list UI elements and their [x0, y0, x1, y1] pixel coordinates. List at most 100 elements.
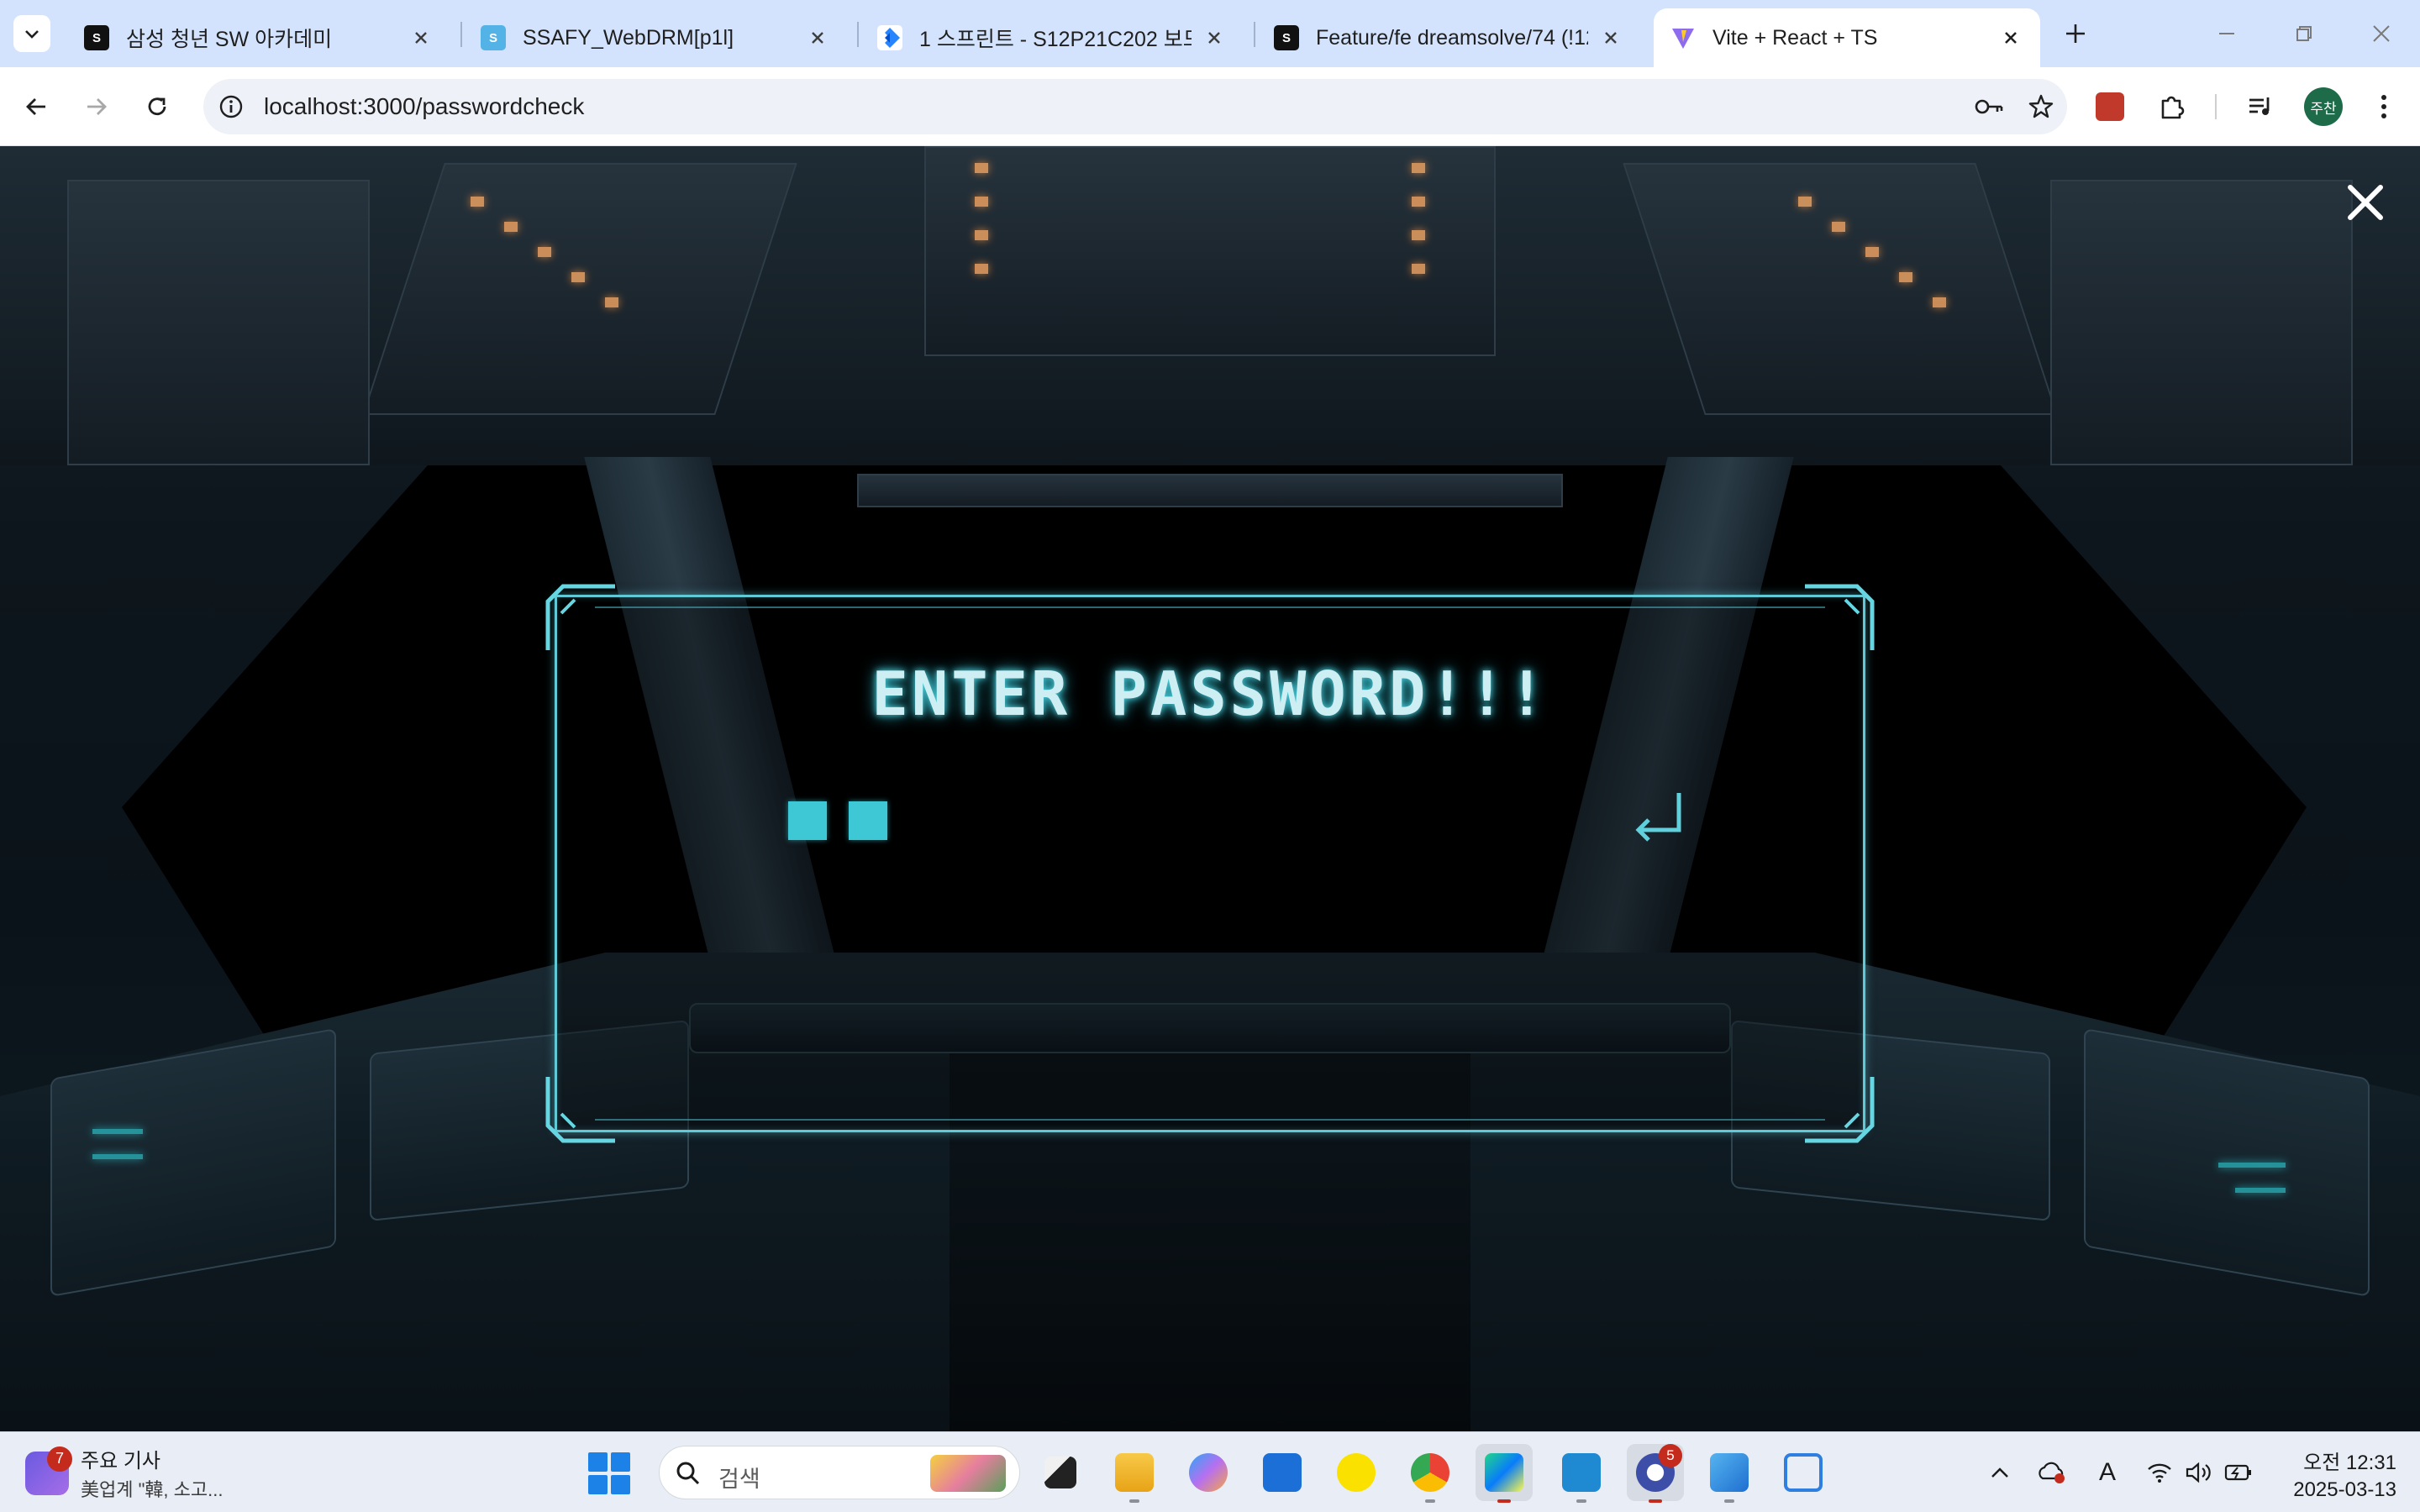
- store-bag-icon: [1263, 1453, 1302, 1492]
- tab-title: 삼성 청년 SW 아카데미: [126, 28, 333, 51]
- app-badge: 5: [1659, 1444, 1682, 1467]
- tab-title: Feature/fe dreamsolve/74 (!12: [1316, 25, 1588, 50]
- profile-avatar[interactable]: 주찬: [2304, 87, 2343, 126]
- close-icon: [1208, 32, 1220, 44]
- taskbar-chrome[interactable]: [1402, 1444, 1459, 1503]
- forward-button[interactable]: [77, 87, 116, 126]
- ceiling-light: [1412, 197, 1425, 207]
- search-highlight-image: [930, 1455, 1006, 1492]
- ceiling-light: [1412, 264, 1425, 274]
- ceiling-light: [975, 230, 988, 240]
- tab-close-button[interactable]: [408, 25, 434, 50]
- ceiling-light: [471, 197, 484, 207]
- snipping-tool-icon: [1784, 1453, 1823, 1492]
- url-text[interactable]: localhost:3000/passwordcheck: [264, 93, 584, 120]
- password-mask-char: [849, 801, 887, 840]
- windows-logo-icon: [588, 1452, 608, 1472]
- back-button[interactable]: [17, 87, 55, 126]
- volume-button[interactable]: [2180, 1454, 2217, 1491]
- taskbar-photos[interactable]: [1701, 1444, 1758, 1503]
- media-control-button[interactable]: [2242, 87, 2281, 126]
- chevron-up-icon: [1991, 1467, 2008, 1478]
- taskbar-microsoft-store[interactable]: [1254, 1444, 1311, 1501]
- widget-badge: 7: [47, 1446, 72, 1472]
- password-input[interactable]: [788, 801, 887, 840]
- ceiling-light: [1798, 197, 1812, 207]
- windows-taskbar: 7 주요 기사 美업계 "韓, 소고... 검색 5 A 오전 12:31 20…: [0, 1431, 2420, 1512]
- password-dialog: ENTER PASSWORD!!!: [544, 583, 1876, 1144]
- close-icon: [1605, 32, 1617, 44]
- site-info-button[interactable]: [213, 89, 249, 124]
- close-icon: [812, 32, 823, 44]
- show-hidden-icons-button[interactable]: [1981, 1454, 2018, 1491]
- tab-gitlab-merge-request[interactable]: S Feature/fe dreamsolve/74 (!12: [1257, 8, 1640, 67]
- taskbar-file-explorer[interactable]: [1106, 1444, 1163, 1503]
- news-widget[interactable]: 7 주요 기사 美업계 "韓, 소고...: [25, 1444, 223, 1502]
- wifi-button[interactable]: [2141, 1454, 2178, 1491]
- star-icon: [2028, 94, 2054, 118]
- extension-button[interactable]: [2091, 87, 2129, 126]
- ceiling-light: [538, 247, 551, 257]
- tab-close-button[interactable]: [805, 25, 830, 50]
- close-window-button[interactable]: [2356, 15, 2407, 52]
- tab-title: Vite + React + TS: [1712, 25, 1878, 50]
- hud-inner-line: [595, 1119, 1825, 1121]
- tab-ssafy-webdrm[interactable]: S SSAFY_WebDRM[p1l]: [464, 8, 847, 67]
- ceiling-light: [1899, 272, 1912, 282]
- taskbar-vscode[interactable]: [1553, 1444, 1610, 1503]
- taskbar-copilot[interactable]: [1180, 1444, 1237, 1501]
- ime-indicator[interactable]: A: [2089, 1454, 2126, 1491]
- address-bar[interactable]: localhost:3000/passwordcheck: [203, 79, 2067, 134]
- kakaotalk-icon: [1337, 1453, 1376, 1492]
- taskbar-app-with-badge[interactable]: 5: [1627, 1444, 1684, 1503]
- search-icon: [676, 1462, 700, 1485]
- tab-jira-sprint[interactable]: 1 스프린트 - S12P21C202 보드: [860, 8, 1244, 67]
- browser-toolbar: localhost:3000/passwordcheck 주찬: [0, 67, 2420, 146]
- browser-tab-strip: S 삼성 청년 SW 아카데미 S SSAFY_WebDRM[p1l] 1 스프…: [0, 0, 2420, 67]
- restore-button[interactable]: [2279, 15, 2329, 52]
- taskbar-clock[interactable]: 오전 12:31 2025-03-13: [2279, 1446, 2396, 1502]
- tab-search-button[interactable]: [13, 15, 50, 52]
- widgets-icon: 7: [25, 1446, 72, 1495]
- photos-icon: [1710, 1453, 1749, 1492]
- tab-close-button[interactable]: [1998, 25, 2023, 50]
- submit-password-button[interactable]: [1630, 788, 1689, 847]
- minimize-button[interactable]: [2202, 15, 2252, 52]
- new-tab-button[interactable]: [2059, 17, 2092, 50]
- hud-corner-bracket: [545, 584, 615, 650]
- restore-icon: [2296, 26, 2312, 41]
- battery-button[interactable]: [2220, 1454, 2257, 1491]
- speaker-icon: [2186, 1462, 2211, 1483]
- reload-button[interactable]: [138, 87, 176, 126]
- ceiling-light: [571, 272, 585, 282]
- tab-title: 1 스프린트 - S12P21C202 보드: [919, 28, 1192, 51]
- tab-vite-react-ts[interactable]: Vite + React + TS: [1654, 8, 2040, 67]
- forward-arrow-icon: [87, 98, 107, 115]
- taskbar-webstorm[interactable]: [1476, 1444, 1533, 1503]
- ceiling-light: [1933, 297, 1946, 307]
- ceiling-light: [975, 264, 988, 274]
- taskbar-search[interactable]: 검색: [659, 1446, 1020, 1499]
- tab-close-button[interactable]: [1202, 25, 1227, 50]
- battery-charging-icon: [2224, 1464, 2251, 1481]
- spaceship-cockpit-scene: ENTER PASSWORD!!!: [0, 146, 2420, 1431]
- back-arrow-icon: [26, 98, 45, 115]
- close-overlay-button[interactable]: [2344, 181, 2386, 223]
- start-button[interactable]: [588, 1452, 630, 1494]
- widget-subtitle: 美업계 "韓, 소고...: [81, 1479, 224, 1500]
- close-icon: [2005, 32, 2017, 44]
- tab-close-button[interactable]: [1598, 25, 1623, 50]
- browser-menu-button[interactable]: [2365, 87, 2403, 126]
- onedrive-status-button[interactable]: [2033, 1454, 2070, 1491]
- minimize-icon: [2219, 33, 2234, 34]
- tab-ssafy-academy[interactable]: S 삼성 청년 SW 아카데미: [67, 8, 450, 67]
- bookmark-star-button[interactable]: [2023, 89, 2059, 124]
- taskbar-task-view[interactable]: [1032, 1444, 1089, 1501]
- toolbar-divider: [2215, 94, 2217, 119]
- taskbar-snipping-tool[interactable]: [1775, 1444, 1832, 1501]
- taskbar-kakaotalk[interactable]: [1328, 1444, 1385, 1501]
- extensions-menu-button[interactable]: [2153, 87, 2191, 126]
- password-key-button[interactable]: [1971, 89, 2007, 124]
- key-icon: [1975, 99, 2003, 114]
- password-heading: ENTER PASSWORD!!!: [871, 659, 1549, 729]
